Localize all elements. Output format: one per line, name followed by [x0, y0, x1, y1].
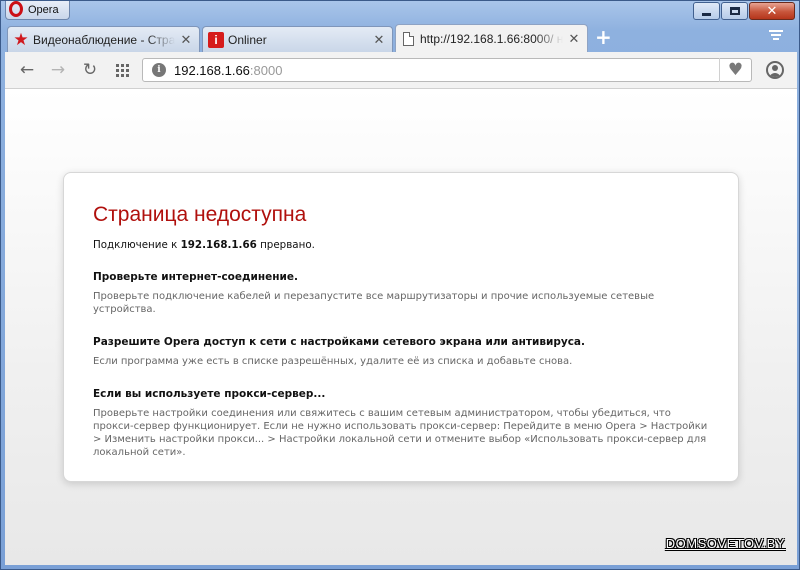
back-arrow-icon[interactable]: ← [17, 60, 37, 80]
error-card: Страница недоступна Подключение к 192.16… [63, 172, 739, 482]
error-title: Страница недоступна [93, 203, 307, 226]
watermark: DOMSOVETOV.BY [665, 536, 785, 551]
browser-window: Opera ✕ ★ Видеонаблюдение - Страница ✕ i… [0, 0, 800, 570]
tab-close-icon[interactable]: ✕ [372, 32, 386, 48]
site-info-icon[interactable]: i [152, 63, 166, 77]
opera-menu-label: Opera [28, 4, 59, 16]
section-text-internet: Проверьте подключение кабелей и перезапу… [93, 291, 655, 315]
close-window-button[interactable]: ✕ [749, 2, 795, 20]
forward-arrow-icon[interactable]: → [48, 60, 68, 80]
connection-suffix: прервано. [256, 239, 315, 251]
tab-title: Onliner [228, 32, 267, 47]
address-bar[interactable]: i 192.168.1.66:8000 ♥ [142, 58, 752, 82]
bookmark-heart-icon[interactable]: ♥ [719, 58, 751, 82]
section-heading-internet: Проверьте интернет-соединение. [93, 271, 298, 283]
connection-message: Подключение к 192.168.1.66 прервано. [93, 239, 709, 251]
new-tab-plus-icon[interactable]: + [595, 27, 612, 47]
grid-icon [115, 64, 129, 77]
page-icon [403, 31, 414, 46]
tab-error-page[interactable]: http://192.168.1.66:8000/ не ✕ [395, 24, 588, 52]
page-content: Страница недоступна Подключение к 192.16… [5, 89, 797, 565]
tab-onliner[interactable]: i Onliner ✕ [202, 26, 393, 52]
connection-prefix: Подключение к [93, 239, 181, 251]
window-controls: ✕ [692, 2, 795, 20]
tab-title: http://192.168.1.66:8000/ не [420, 31, 563, 46]
speed-dial-button[interactable] [112, 60, 132, 80]
tab-menu-icon[interactable] [769, 30, 783, 40]
tab-videonablyudenie[interactable]: ★ Видеонаблюдение - Страница ✕ [7, 26, 200, 52]
minimize-button[interactable] [693, 2, 720, 20]
tab-strip: ★ Видеонаблюдение - Страница ✕ i Onliner… [5, 24, 797, 52]
url-host: 192.168.1.66 [174, 62, 250, 78]
section-heading-proxy: Если вы используете прокси-сервер... [93, 388, 326, 400]
reload-icon[interactable]: ↻ [80, 60, 100, 80]
close-icon: ✕ [766, 3, 778, 19]
tab-close-icon[interactable]: ✕ [567, 31, 581, 47]
maximize-button[interactable] [721, 2, 748, 20]
section-text-firewall: Если программа уже есть в списке разрешё… [93, 356, 573, 367]
onliner-favicon-icon: i [208, 31, 224, 48]
section-text-proxy: Проверьте настройки соединения или свяжи… [93, 408, 708, 458]
tab-close-icon[interactable]: ✕ [179, 32, 193, 48]
section-heading-firewall: Разрешите Opera доступ к сети с настройк… [93, 336, 585, 348]
opera-logo-icon [9, 1, 23, 17]
maximize-icon [729, 7, 740, 15]
tab-title: Видеонаблюдение - Страница [33, 32, 175, 47]
opera-star-favicon-icon: ★ [13, 29, 29, 49]
opera-menu-button[interactable]: Opera [5, 1, 70, 20]
connection-host: 192.168.1.66 [180, 239, 257, 251]
url-port: :8000 [249, 62, 283, 78]
title-bar: Opera ✕ [1, 1, 799, 23]
navigation-toolbar: ← → ↻ i 192.168.1.66:8000 ♥ [5, 52, 797, 89]
minimize-icon [702, 12, 711, 16]
account-icon[interactable] [766, 61, 784, 79]
